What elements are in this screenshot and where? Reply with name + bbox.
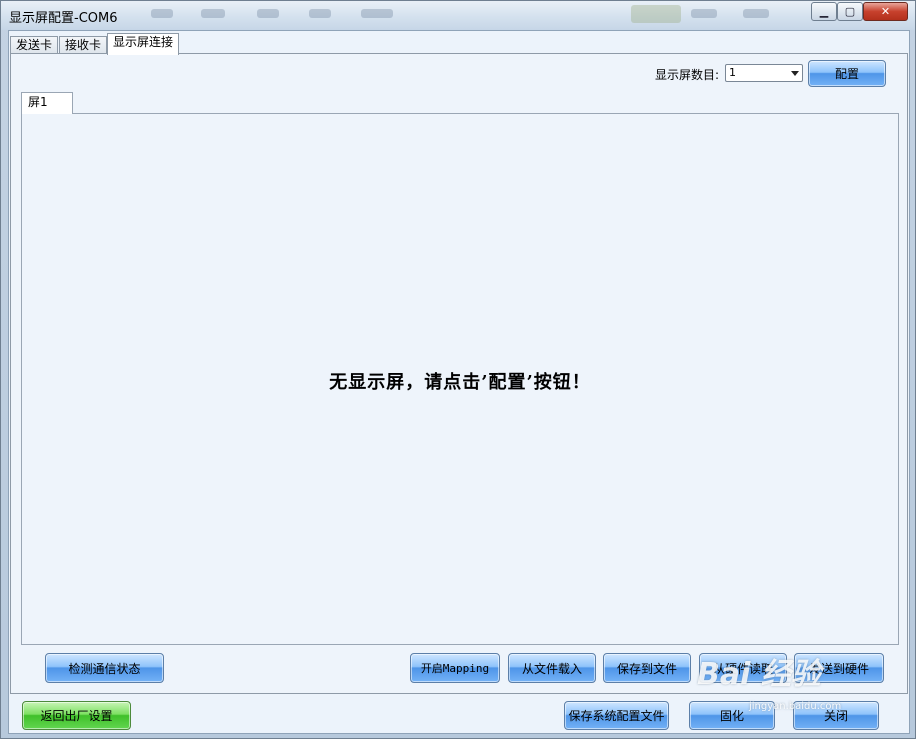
tab-screen-connection[interactable]: 显示屏连接	[107, 33, 180, 55]
screen-canvas: 无显示屏，请点击’配置’按钮！	[21, 113, 899, 645]
open-mapping-button[interactable]: 开启Mapping	[410, 653, 500, 683]
tab-screen-1[interactable]: 屏1	[21, 92, 73, 114]
title-bar[interactable]: 显示屏配置-COM6 ▁ ▢ ✕	[1, 1, 915, 30]
screen-count-select[interactable]: 1	[725, 64, 803, 82]
background-blur	[743, 9, 769, 18]
screen-count-value: 1	[729, 66, 736, 79]
background-blur	[151, 9, 173, 18]
dropdown-arrow-icon	[791, 71, 799, 76]
background-blur	[631, 5, 681, 23]
background-blur	[691, 9, 717, 18]
close-icon: ✕	[880, 5, 891, 18]
window-title: 显示屏配置-COM6	[9, 11, 118, 26]
minimize-icon: ▁	[819, 5, 829, 18]
save-system-config-button[interactable]: 保存系统配置文件	[564, 701, 669, 730]
maximize-button[interactable]: ▢	[837, 2, 863, 21]
client-area: 发送卡 接收卡 显示屏连接 显示屏数目: 1 配置 屏1 无显示屏，请点击’配置…	[8, 30, 910, 734]
maximize-icon: ▢	[844, 5, 856, 18]
background-blur	[201, 9, 225, 18]
screen-connection-panel: 显示屏数目: 1 配置 屏1 无显示屏，请点击’配置’按钮！ 检测通信状态 开启…	[10, 53, 908, 694]
read-from-hardware-button[interactable]: 从硬件读取	[699, 653, 787, 683]
tab-sending-card[interactable]: 发送卡	[10, 36, 59, 54]
send-to-hardware-button[interactable]: 发送到硬件	[794, 653, 884, 683]
background-blur	[361, 9, 393, 18]
minimize-button[interactable]: ▁	[811, 2, 837, 21]
background-blur	[309, 9, 331, 18]
empty-screen-message: 无显示屏，请点击’配置’按钮！	[329, 372, 591, 393]
check-communication-button[interactable]: 检测通信状态	[45, 653, 164, 683]
solidify-button[interactable]: 固化	[689, 701, 775, 730]
config-window: 显示屏配置-COM6 ▁ ▢ ✕ 发送卡 接收卡 显示屏连接 显示屏数目: 1	[0, 0, 916, 739]
config-button[interactable]: 配置	[808, 60, 886, 87]
close-window-button[interactable]: ✕	[863, 2, 908, 21]
screen-count-label: 显示屏数目:	[655, 68, 720, 82]
factory-reset-button[interactable]: 返回出厂设置	[22, 701, 131, 730]
background-blur	[257, 9, 279, 18]
save-to-file-button[interactable]: 保存到文件	[603, 653, 691, 683]
tab-receiving-card[interactable]: 接收卡	[59, 36, 108, 54]
close-button[interactable]: 关闭	[793, 701, 879, 730]
load-from-file-button[interactable]: 从文件载入	[508, 653, 596, 683]
